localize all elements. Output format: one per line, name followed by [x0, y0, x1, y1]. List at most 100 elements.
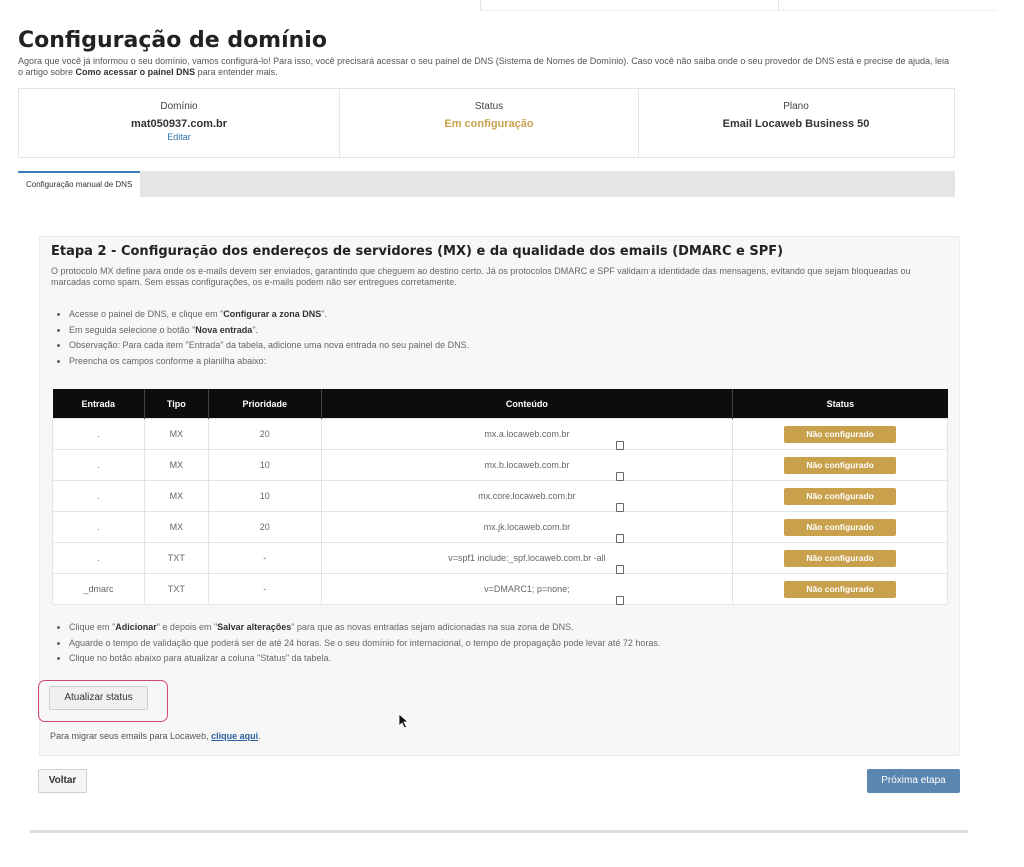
status-badge: Não configurado [784, 425, 897, 443]
instruction-item: Em seguida selecione o botão "Nova entra… [69, 323, 469, 339]
instruction-bold: Configurar a zona DNS [223, 309, 322, 319]
instruction-bold: Adicionar [115, 622, 157, 632]
instruction-text: Clique em " [69, 622, 116, 632]
instruction-item: Clique no botão abaixo para atualizar a … [69, 651, 660, 667]
instruction-item: Preencha os campos conforme a planilha a… [69, 354, 469, 370]
instruction-item: Acesse o painel de DNS, e clique em "Con… [69, 307, 469, 323]
migrate-text-body: Para migrar seus emails para Locaweb, [50, 731, 212, 741]
cell-status: Não configurado [732, 418, 948, 450]
edit-domain-link[interactable]: Editar [19, 132, 339, 142]
instruction-text: Observação: Para cada item "Entrada" da … [69, 340, 470, 350]
table-row: . MX 10 mx.core.locaweb.com.br Não confi… [52, 480, 948, 512]
table-row: _dmarc TXT - v=DMARC1; p=none; Não confi… [52, 573, 948, 605]
instruction-text: ". [321, 309, 327, 319]
cell-prioridade: - [207, 542, 322, 574]
cell-status: Não configurado [732, 573, 948, 605]
instruction-text: Clique no botão abaixo para atualizar a … [69, 653, 332, 663]
tab-bar: Configuração manual de DNS [18, 171, 955, 202]
copy-icon[interactable] [614, 461, 678, 481]
migrate-link[interactable]: clique aqui [211, 731, 258, 741]
plan-value: Email Locaweb Business 50 [722, 118, 870, 130]
cell-status: Não configurado [732, 542, 948, 574]
domain-summary: Domínio mat050937.com.br Editar Status E… [18, 88, 955, 158]
instruction-text: Em seguida selecione o botão " [69, 324, 196, 335]
cell-entrada: _dmarc [52, 573, 145, 605]
instruction-bold: Nova entrada [195, 324, 253, 335]
domain-value: mat050937.com.br [131, 118, 227, 130]
cell-status: Não configurado [732, 449, 948, 481]
next-step-button[interactable]: Próxima etapa [867, 769, 960, 793]
conteudo-value: v=spf1 include:_spf.locaweb.com.br -all [448, 553, 606, 563]
copy-icon[interactable] [614, 492, 678, 512]
cell-conteudo: mx.jk.locaweb.com.br [320, 511, 734, 543]
summary-status: Status Em configuração [339, 89, 639, 157]
conteudo-value: mx.b.locaweb.com.br [484, 460, 570, 470]
instruction-text: Aguarde o tempo de validação que poderá … [69, 637, 661, 648]
cell-tipo: MX [143, 418, 209, 450]
status-badge: Não configurado [784, 549, 897, 567]
after-instructions-list: Clique em "Adicionar" e depois em "Salva… [51, 620, 660, 667]
table-row: . MX 20 mx.jk.locaweb.com.br Não configu… [52, 511, 948, 543]
update-status-button[interactable]: Atualizar status [49, 686, 148, 710]
cell-entrada: . [52, 449, 145, 481]
instruction-item: Aguarde o tempo de validação que poderá … [69, 636, 660, 652]
mouse-cursor-icon [398, 713, 410, 729]
status-value: Em configuração [444, 118, 534, 130]
status-badge: Não configurado [784, 456, 897, 474]
instruction-text: " para que as novas entradas sejam adici… [291, 622, 574, 632]
cell-conteudo: mx.core.locaweb.com.br [320, 480, 734, 512]
instruction-text: Acesse o painel de DNS, e clique em " [69, 309, 224, 319]
header-status: Status [732, 389, 948, 419]
header-tipo: Tipo [144, 389, 209, 419]
cell-entrada: . [52, 511, 145, 543]
status-badge: Não configurado [784, 518, 897, 536]
summary-plan: Plano Email Locaweb Business 50 [637, 89, 955, 157]
intro-link[interactable]: Como acessar o painel DNS [76, 67, 196, 77]
cell-tipo: TXT [143, 573, 209, 605]
cell-entrada: . [52, 418, 145, 450]
status-badge: Não configurado [784, 580, 897, 598]
instruction-text: ". [252, 324, 259, 335]
plan-label: Plano [783, 101, 809, 112]
copy-icon[interactable] [614, 585, 678, 605]
instruction-text: " e depois em " [156, 622, 218, 632]
cell-conteudo: v=DMARC1; p=none; [320, 573, 734, 605]
top-strip-segment [778, 0, 997, 11]
conteudo-value: mx.core.locaweb.com.br [478, 491, 576, 501]
copy-icon[interactable] [614, 430, 678, 450]
cell-prioridade: 20 [207, 511, 322, 543]
conteudo-value: mx.a.locaweb.com.br [484, 429, 570, 439]
back-button[interactable]: Voltar [38, 769, 87, 793]
dns-records-table: Entrada Tipo Prioridade Conteúdo Status … [52, 389, 948, 605]
status-label: Status [474, 101, 504, 112]
cell-tipo: MX [143, 511, 209, 543]
page-title: Configuração de domínio [18, 28, 327, 53]
status-badge: Não configurado [784, 487, 897, 505]
header-entrada: Entrada [52, 389, 145, 419]
instruction-bold: Salvar alterações [217, 622, 292, 632]
table-header-row: Entrada Tipo Prioridade Conteúdo Status [52, 389, 948, 419]
step-title: Etapa 2 - Configuração dos endereços de … [51, 244, 784, 259]
copy-icon[interactable] [614, 523, 678, 543]
top-strip-segment [480, 0, 779, 11]
cell-entrada: . [52, 542, 145, 574]
migrate-text-suffix: . [258, 731, 261, 741]
step-description: O protocolo MX define para onde os e-mai… [51, 266, 911, 287]
copy-icon-shape [614, 594, 625, 605]
intro-text-suffix: para entender mais. [195, 67, 278, 77]
conteudo-value: mx.jk.locaweb.com.br [483, 522, 571, 532]
instruction-item: Clique em "Adicionar" e depois em "Salva… [69, 620, 660, 636]
cell-conteudo: mx.a.locaweb.com.br [320, 418, 734, 450]
migrate-text: Para migrar seus emails para Locaweb, cl… [50, 731, 261, 741]
cell-prioridade: 20 [207, 418, 322, 450]
intro-text: Agora que você já informou o seu domínio… [18, 56, 953, 78]
header-prioridade: Prioridade [208, 389, 322, 419]
footer-divider [30, 830, 968, 833]
cell-tipo: MX [143, 449, 209, 481]
copy-icon[interactable] [614, 554, 678, 574]
instruction-text: Preencha os campos conforme a planilha a… [69, 355, 267, 366]
header-conteudo: Conteúdo [321, 389, 734, 419]
tab-manual-dns[interactable]: Configuração manual de DNS [18, 171, 141, 202]
instructions-list: Acesse o painel de DNS, e clique em "Con… [51, 307, 469, 369]
cell-status: Não configurado [732, 480, 948, 512]
